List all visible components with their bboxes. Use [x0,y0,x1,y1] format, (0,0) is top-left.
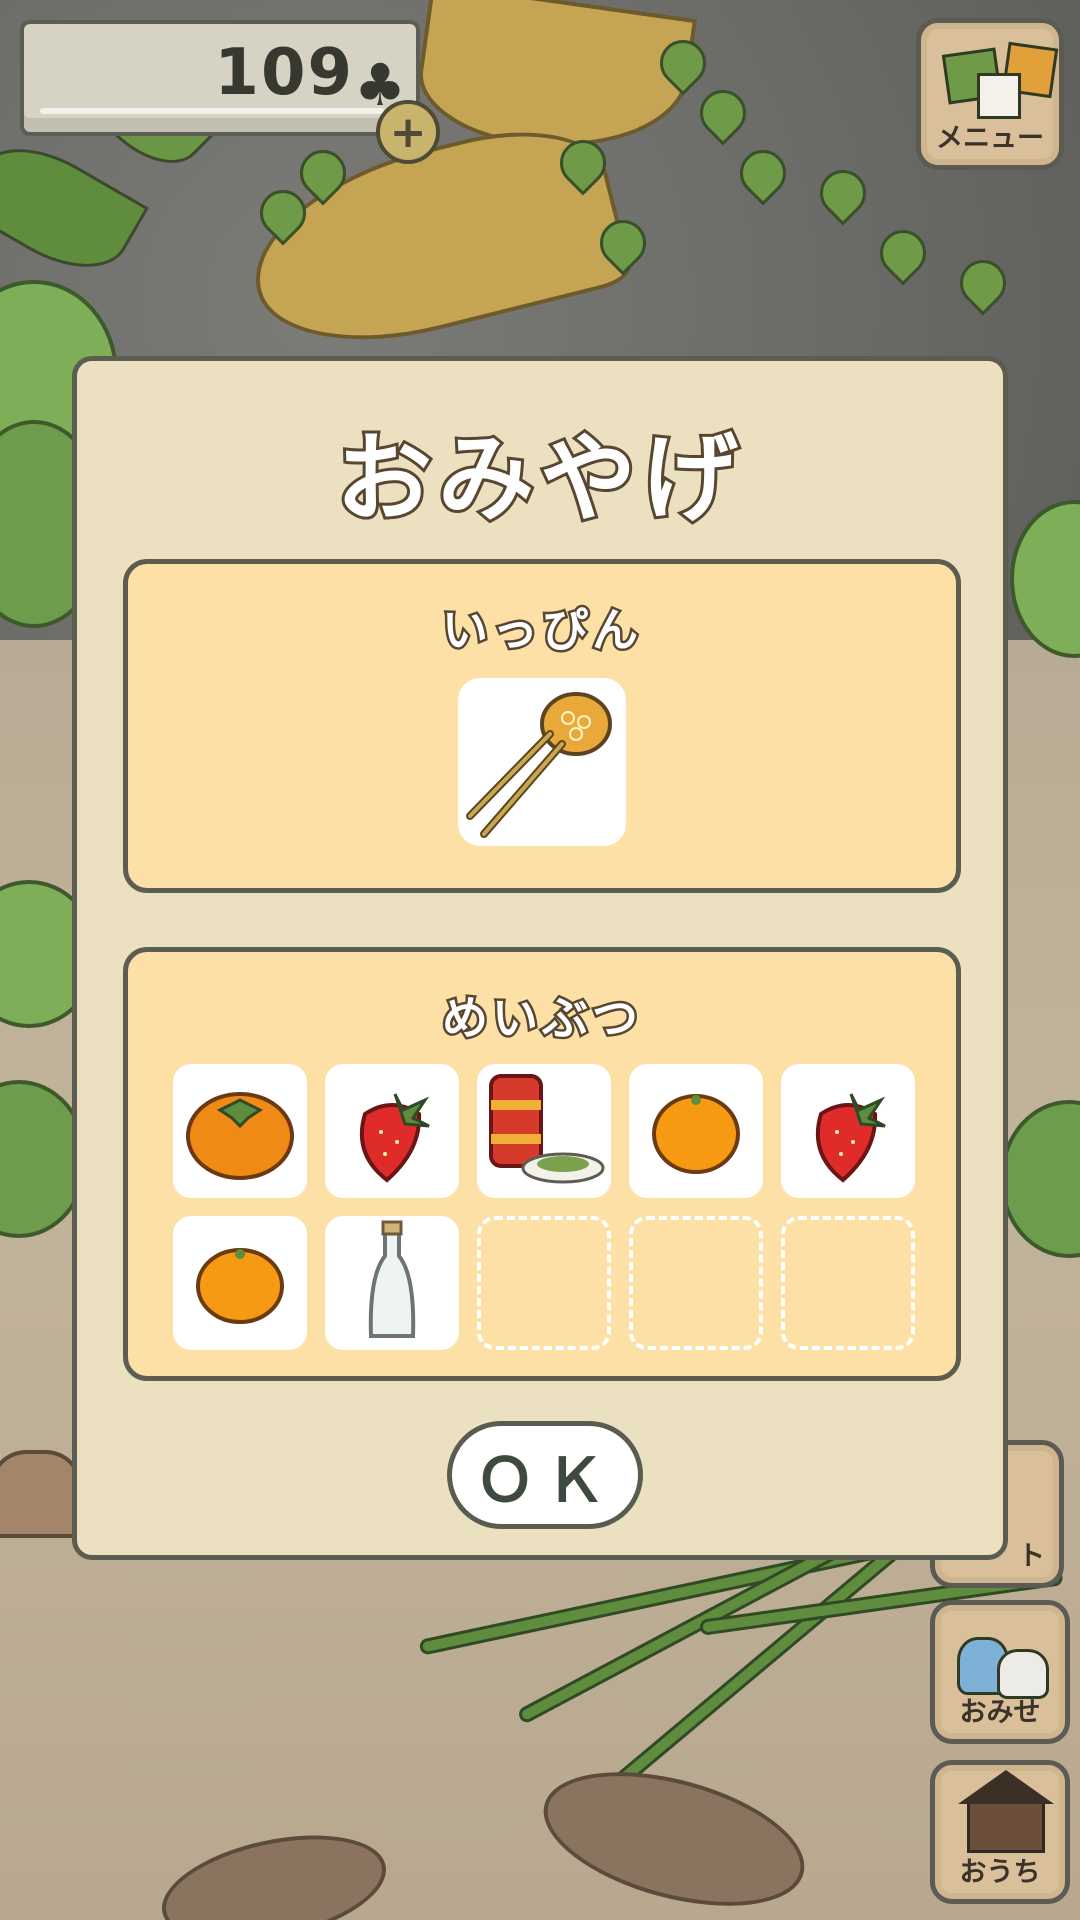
clover-count: 109 [214,36,354,110]
meibutsu-item-slot[interactable] [477,1064,611,1198]
home-label: おうち [959,1857,1041,1888]
meibutsu-item-slot[interactable] [173,1064,307,1198]
hairpin-icon [466,692,612,838]
tree-stump [0,1450,82,1538]
empty-item-slot[interactable] [629,1216,763,1350]
meibutsu-title: めいぶつ [440,989,642,1048]
ok-button[interactable]: ＯＫ [447,1421,643,1529]
persimmon-icon [186,1092,294,1180]
souvenir-dialog: おみやげ いっぴん めいぶつ ＯＫ [72,356,1008,1560]
empty-item-slot[interactable] [477,1216,611,1350]
tea-tin-icon [489,1074,605,1184]
menu-label: メニュー [936,123,1044,154]
meibutsu-item-slot[interactable] [173,1216,307,1350]
glass-bottle-icon [368,1220,416,1338]
meibutsu-item-slot[interactable] [629,1064,763,1198]
house-icon [958,1770,1054,1853]
shop-label: おみせ [959,1697,1041,1728]
meibutsu-item-slot[interactable] [325,1064,459,1198]
menu-button[interactable]: メニュー [916,18,1064,170]
strawberry-icon [359,1093,430,1183]
menu-square-icon [977,73,1021,119]
empty-item-slot[interactable] [781,1216,915,1350]
shop-button[interactable]: おみせ [930,1600,1070,1744]
strawberry-icon [815,1093,886,1183]
clover-counter: 109 ♣ [20,20,420,136]
ippin-title: いっぴん [440,601,642,660]
mandarin-orange-icon [652,1094,740,1174]
ippin-section: いっぴん [123,559,961,893]
meibutsu-section: めいぶつ [123,947,961,1381]
meibutsu-item-slot[interactable] [781,1064,915,1198]
plus-icon: + [389,106,427,158]
home-button[interactable]: おうち [930,1760,1070,1904]
dialog-title: おみやげ [333,420,744,538]
meibutsu-item-slot[interactable] [325,1216,459,1350]
ippin-item-slot[interactable] [458,678,626,846]
add-clover-button[interactable]: + [376,100,440,164]
mandarin-orange-icon [196,1248,284,1324]
